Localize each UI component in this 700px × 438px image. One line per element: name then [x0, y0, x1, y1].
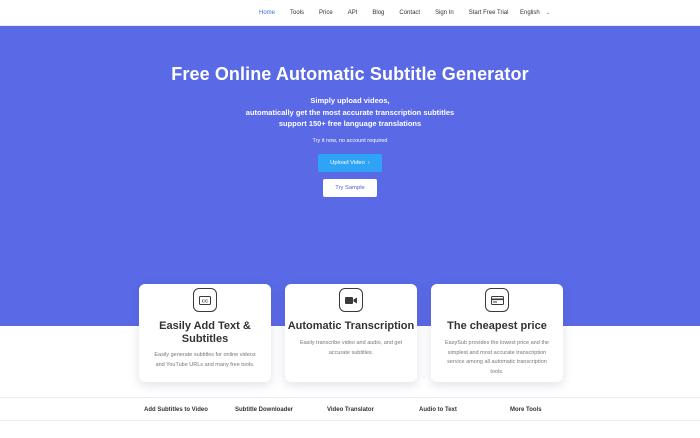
feature-card-add-text: CC Easily Add Text & Subtitles Easily ge…	[139, 284, 271, 382]
hero-subtitle-line: support 150+ free language translations	[278, 119, 422, 128]
feature-card-transcription: Automatic Transcription Easily transcrib…	[285, 284, 417, 382]
language-selector[interactable]: English ⌄	[520, 0, 550, 26]
link-audio-to-text[interactable]: Audio to Text	[419, 398, 457, 422]
card-description: Easily generate subtitles for online vid…	[145, 351, 265, 370]
card-desc-line: simplest and most accurate transcription	[447, 349, 547, 356]
card-title-line: Easily Add Text &	[159, 320, 251, 332]
card-title-line: Automatic Transcription	[287, 320, 415, 332]
hero-subtitle-line: Simply upload videos,	[310, 96, 390, 105]
nav-blog[interactable]: Blog	[372, 0, 384, 26]
card-title-line: The cheapest price	[447, 320, 547, 332]
nav-tools[interactable]: Tools	[290, 0, 304, 26]
link-video-translator[interactable]: Video Translator	[327, 398, 374, 422]
feature-card-price: The cheapest price EasySub provides the …	[431, 284, 563, 382]
chevron-down-icon: ⌄	[545, 10, 550, 16]
card-desc-line: tools.	[490, 368, 504, 375]
card-title: Easily Add Text & Subtitles	[139, 320, 271, 346]
card-desc-line: accurate subtitles.	[328, 349, 374, 356]
nav-sign-in[interactable]: Sign In	[435, 0, 454, 26]
nav-start-free-trial[interactable]: Start Free Trial	[469, 0, 509, 26]
upload-video-label: Upload Video	[330, 160, 365, 166]
try-sample-button[interactable]: Try Sample	[323, 179, 377, 197]
cc-icon: CC	[193, 288, 217, 312]
card-desc-line: Easily transcribe video and audio, and g…	[299, 340, 403, 346]
hero-subtitle: Simply upload videos, automatically get …	[0, 95, 700, 130]
card-desc-line: and YouTube URLs and many free tools.	[155, 361, 255, 368]
nav-contact[interactable]: Contact	[399, 0, 420, 26]
video-camera-icon	[339, 288, 363, 312]
card-desc-line: Easily generate subtitles for online vid…	[154, 352, 256, 358]
top-nav: Home Tools Price API Blog Contact Sign I…	[0, 0, 700, 26]
nav-price[interactable]: Price	[319, 0, 333, 26]
try-sample-label: Try Sample	[335, 185, 365, 191]
chevron-right-icon: ›	[367, 160, 370, 166]
credit-card-icon	[485, 288, 509, 312]
hero-subtitle-line: automatically get the most accurate tran…	[245, 107, 455, 117]
nav-links: Home Tools Price API Blog Contact Sign I…	[259, 0, 508, 26]
hero-note: Try it now, no account required	[312, 138, 388, 144]
nav-api[interactable]: API	[348, 0, 358, 26]
svg-text:CC: CC	[202, 298, 209, 303]
link-more-tools[interactable]: More Tools	[510, 398, 542, 422]
card-description: EasySub provides the lowest price and th…	[437, 339, 557, 377]
card-description: Easily transcribe video and audio, and g…	[291, 339, 411, 358]
nav-home[interactable]: Home	[259, 0, 275, 26]
link-add-subtitles-to-video[interactable]: Add Subtitles to Video	[144, 398, 208, 422]
language-label: English	[520, 10, 540, 16]
link-subtitle-downloader[interactable]: Subtitle Downloader	[235, 398, 293, 422]
card-desc-line: EasySub provides the lowest price and th…	[445, 340, 549, 346]
hero-title: Free Online Automatic Subtitle Generator	[171, 64, 529, 84]
card-title: The cheapest price	[431, 320, 563, 333]
tools-link-bar: Add Subtitles to Video Subtitle Download…	[0, 397, 700, 421]
card-desc-line: service among all automatic transcriptio…	[447, 359, 547, 365]
card-title: Automatic Transcription	[285, 320, 417, 333]
card-title-line: Subtitles	[181, 333, 229, 345]
upload-video-button[interactable]: Upload Video ›	[318, 154, 382, 172]
